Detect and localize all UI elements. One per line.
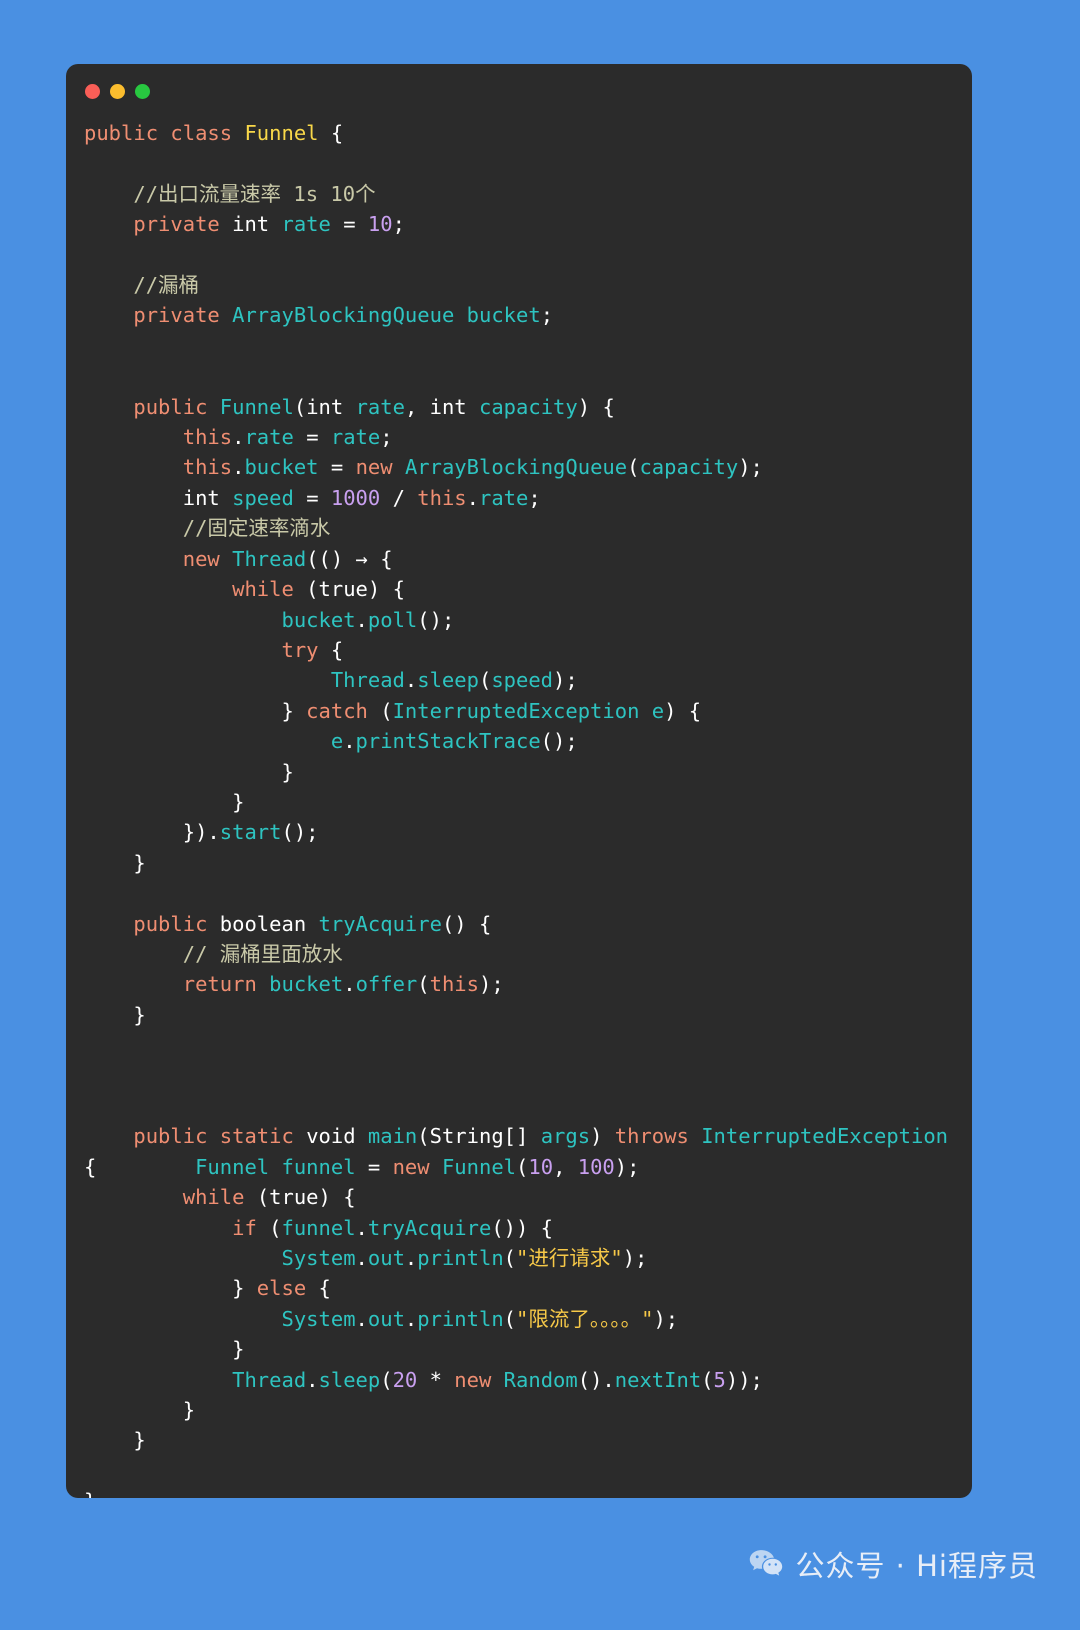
window-titlebar: [66, 64, 972, 118]
wechat-icon: [750, 1550, 783, 1576]
zoom-button[interactable]: [135, 83, 150, 99]
footer-watermark: 公众号 · Hi程序员: [0, 1498, 1080, 1630]
footer-inner: 公众号 · Hi程序员: [749, 1543, 1038, 1585]
footer-label: 公众号 · Hi程序员: [795, 1549, 1038, 1583]
code-window: public class Funnel { //出口流量速率 1s 10个 pr…: [66, 64, 972, 1498]
code-block[interactable]: public class Funnel { //出口流量速率 1s 10个 pr…: [84, 118, 958, 1498]
page-root: public class Funnel { //出口流量速率 1s 10个 pr…: [0, 0, 1080, 1630]
code-body: public class Funnel { //出口流量速率 1s 10个 pr…: [66, 118, 972, 1498]
minimize-button[interactable]: [110, 83, 125, 99]
close-button[interactable]: [85, 83, 100, 99]
